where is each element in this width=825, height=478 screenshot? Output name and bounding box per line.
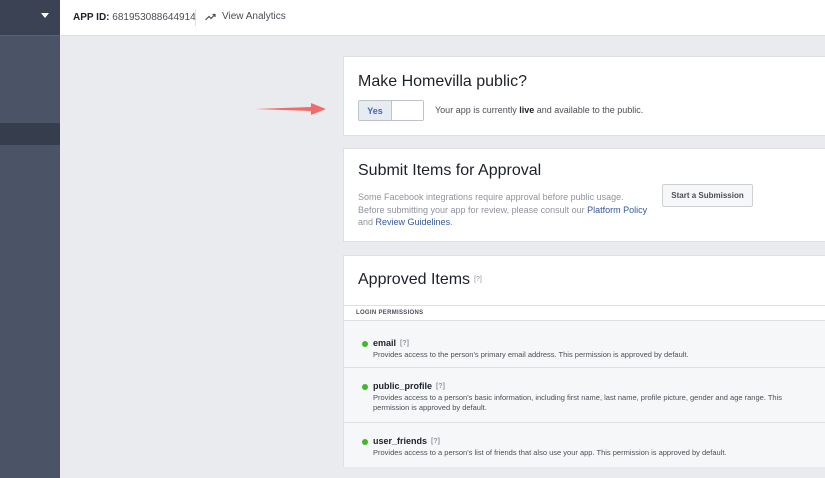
submit-description: Some Facebook integrations require appro… [358, 191, 648, 229]
permission-description: Provides access to a person's list of fr… [373, 448, 727, 457]
submit-desc-part1: Some Facebook integrations require appro… [358, 192, 624, 215]
permission-description: Provides access to the person's primary … [373, 350, 689, 359]
platform-policy-link[interactable]: Platform Policy [587, 205, 647, 215]
permission-name-text: email [373, 338, 397, 348]
divider [195, 9, 196, 26]
permission-help[interactable]: [?] [436, 383, 445, 390]
sidebar-app-switcher[interactable] [0, 0, 60, 36]
view-analytics-label: View Analytics [222, 11, 286, 22]
public-toggle[interactable]: Yes [358, 100, 424, 121]
approved-items-title: Approved Items [?] [358, 271, 482, 289]
toggle-no[interactable] [392, 101, 423, 120]
approved-items-card: Approved Items [?] LOGIN PERMISSIONS emai… [343, 255, 825, 467]
toggle-yes[interactable]: Yes [359, 101, 392, 120]
app-id: APP ID: 681953088644914 [73, 12, 196, 23]
make-public-title: Make Homevilla public? [358, 73, 527, 90]
divider [344, 422, 825, 423]
view-analytics-link[interactable]: View Analytics [205, 11, 286, 22]
submit-items-title: Submit Items for Approval [358, 162, 542, 179]
permission-description: Provides access to a person's basic info… [373, 393, 783, 412]
login-permissions-header: LOGIN PERMISSIONS [344, 305, 825, 321]
permission-name: email [?] [373, 338, 409, 348]
permission-help[interactable]: [?] [400, 340, 409, 347]
review-guidelines-link[interactable]: Review Guidelines [376, 217, 451, 227]
app-id-label: APP ID: [73, 12, 110, 23]
app-id-value: 681953088644914 [112, 12, 196, 23]
green-dot-icon [362, 341, 368, 347]
green-dot-icon [362, 384, 368, 390]
permission-name: user_friends [?] [373, 436, 440, 446]
approved-items-help[interactable]: [?] [474, 276, 482, 283]
submit-desc-part3: . [450, 217, 453, 227]
top-bar: APP ID: 681953088644914 View Analytics [60, 0, 825, 36]
trend-up-icon [205, 13, 216, 20]
submit-desc-part2: and [358, 217, 376, 227]
sidebar-item-active[interactable] [0, 123, 60, 145]
green-dot-icon [362, 439, 368, 445]
permission-name-text: user_friends [373, 436, 428, 446]
live-status-suffix: and available to the public. [534, 105, 644, 115]
submit-items-card: Submit Items for Approval Some Facebook … [343, 148, 825, 242]
sidebar [0, 0, 60, 478]
login-permissions-label: LOGIN PERMISSIONS [356, 310, 424, 316]
list-item: user_friends [?] Provides access to a per… [344, 436, 825, 460]
permission-help[interactable]: [?] [431, 438, 440, 445]
divider [344, 367, 825, 368]
live-status-text: Your app is currently live and available… [435, 105, 643, 115]
permissions-list: email [?] Provides access to the person's… [344, 321, 825, 467]
chevron-down-icon[interactable] [41, 13, 49, 18]
start-submission-button[interactable]: Start a Submission [662, 184, 753, 207]
make-public-card: Make Homevilla public? Yes Your app is c… [343, 56, 825, 136]
list-item: public_profile [?] Provides access to a p… [344, 381, 825, 417]
list-item: email [?] Provides access to the person's… [344, 338, 825, 362]
live-status-prefix: Your app is currently [435, 105, 520, 115]
live-status-bold: live [519, 105, 535, 115]
permission-name-text: public_profile [373, 381, 433, 391]
arrow-right-icon [255, 103, 326, 115]
permission-name: public_profile [?] [373, 381, 445, 391]
approved-items-title-text: Approved Items [358, 271, 471, 288]
